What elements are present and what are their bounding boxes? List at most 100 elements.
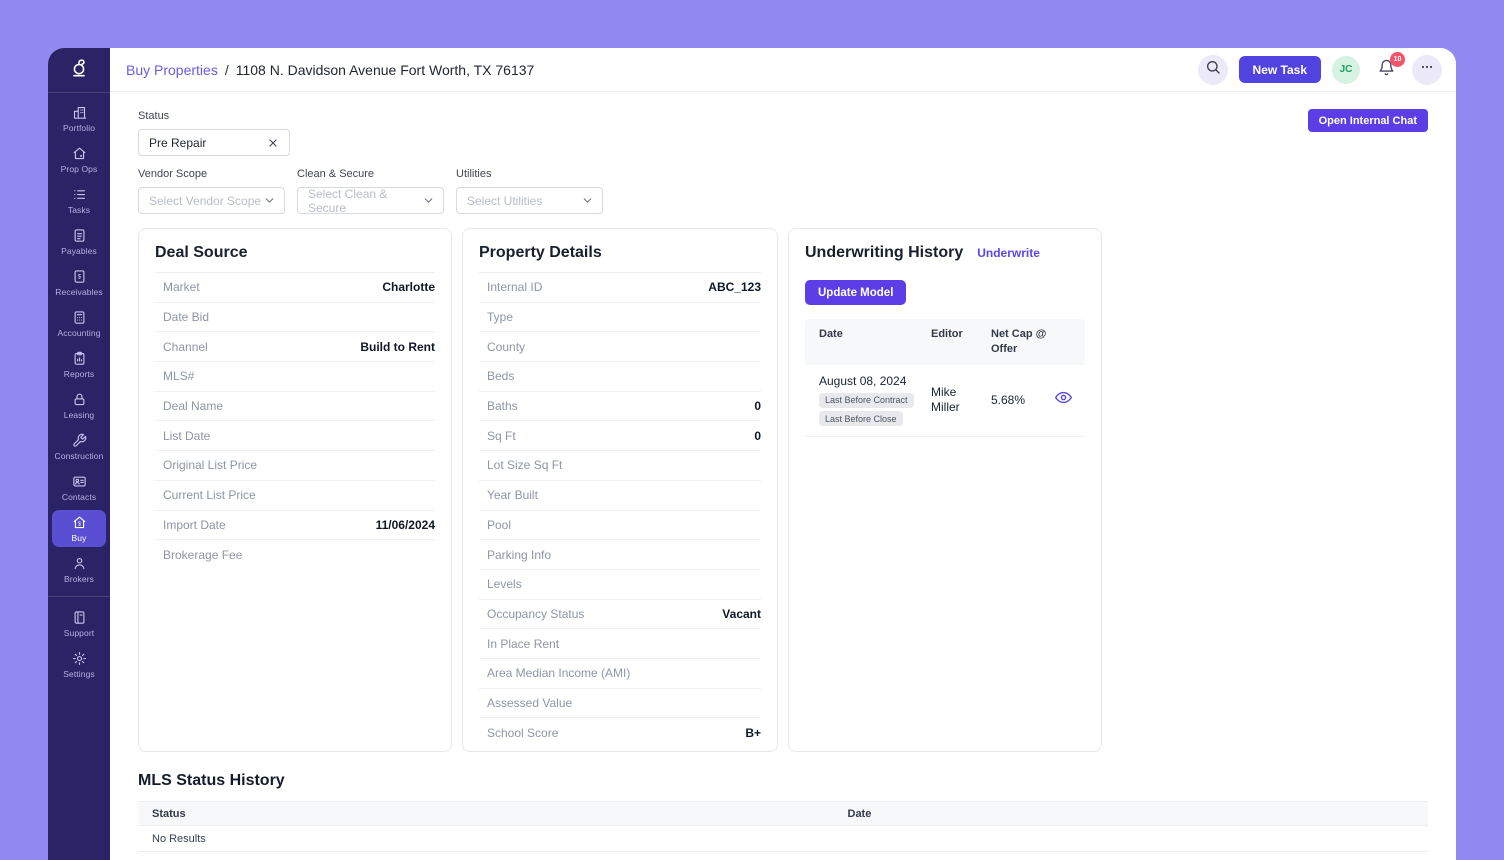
tag-last-before-close: Last Before Close — [819, 411, 903, 426]
breadcrumb-current-page: 1108 N. Davidson Avenue Fort Worth, TX 7… — [236, 62, 535, 78]
sidebar-item-label: Reports — [64, 369, 94, 379]
svg-text:$: $ — [78, 522, 81, 528]
sidebar-item-receivables[interactable]: $ Receivables — [52, 264, 106, 301]
sidebar-item-construction[interactable]: Construction — [52, 428, 106, 465]
contacts-icon — [72, 474, 87, 489]
open-internal-chat-button[interactable]: Open Internal Chat — [1308, 109, 1428, 132]
field-row-deal-name: Deal Name — [155, 392, 435, 422]
underwriting-table: Date Editor Net Cap @ Offer August 08, 2… — [805, 319, 1085, 437]
status-filter-chip[interactable]: Pre Repair — [138, 129, 290, 156]
vendor-scope-label: Vendor Scope — [138, 168, 285, 180]
sidebar-item-buy[interactable]: $ Buy — [52, 510, 106, 547]
underwriting-header: Underwriting History Underwrite — [805, 244, 1085, 272]
more-menu-button[interactable] — [1412, 55, 1442, 85]
status-filter: Status Pre Repair — [138, 110, 1428, 156]
sidebar-item-reports[interactable]: Reports — [52, 346, 106, 383]
underwriting-title: Underwriting History — [805, 244, 963, 262]
sidebar-item-label: Accounting — [57, 328, 100, 338]
sidebar-item-label: Contacts — [62, 492, 96, 502]
notifications-button[interactable]: 10 — [1371, 55, 1401, 85]
sidebar-item-label: Prop Ops — [61, 164, 98, 174]
clean-secure-select[interactable]: Select Clean & Secure — [297, 187, 444, 214]
sidebar-item-label: Payables — [61, 246, 97, 256]
sidebar-item-portfolio[interactable]: Portfolio — [52, 100, 106, 137]
buy-icon: $ — [72, 515, 87, 530]
field-label: Type — [487, 310, 513, 324]
field-row-lot-size: Lot Size Sq Ft — [479, 451, 761, 481]
new-task-button[interactable]: New Task — [1239, 56, 1321, 83]
chevron-down-icon — [263, 194, 276, 207]
column-header-date: Date — [848, 808, 1429, 820]
sidebar-item-prop-ops[interactable]: Prop Ops — [52, 141, 106, 178]
sidebar: Portfolio Prop Ops Tasks Payables $ Rece… — [48, 48, 110, 860]
field-label: Parking Info — [487, 548, 551, 562]
leasing-icon — [72, 392, 87, 407]
underwrite-link[interactable]: Underwrite — [977, 246, 1040, 260]
brokers-icon — [72, 556, 87, 571]
field-label: Deal Name — [163, 399, 223, 413]
accounting-icon — [72, 310, 87, 325]
swan-logo-icon — [68, 57, 90, 84]
field-row-sq-ft: Sq Ft0 — [479, 421, 761, 451]
field-value: Charlotte — [382, 280, 435, 294]
sidebar-item-label: Brokers — [64, 574, 94, 584]
sidebar-item-brokers[interactable]: Brokers — [52, 551, 106, 588]
field-row-channel: ChannelBuild to Rent — [155, 332, 435, 362]
field-value: 11/06/2024 — [376, 518, 435, 532]
field-value: Vacant — [722, 607, 761, 621]
property-details-title: Property Details — [479, 244, 602, 262]
support-icon — [72, 610, 87, 625]
vendor-scope-select[interactable]: Select Vendor Scope — [138, 187, 285, 214]
field-label: Internal ID — [487, 280, 542, 294]
sidebar-item-support[interactable]: Support — [52, 605, 106, 642]
field-row-levels: Levels — [479, 570, 761, 600]
app-window: Portfolio Prop Ops Tasks Payables $ Rece… — [48, 48, 1456, 860]
field-label: List Date — [163, 429, 210, 443]
avatar[interactable]: JC — [1332, 56, 1360, 84]
clear-status-button[interactable] — [267, 137, 279, 149]
field-label: Levels — [487, 577, 522, 591]
breadcrumb-separator: / — [225, 62, 229, 78]
field-label: Year Built — [487, 488, 538, 502]
field-label: Assessed Value — [487, 696, 572, 710]
sidebar-item-tasks[interactable]: Tasks — [52, 182, 106, 219]
utilities-filter: Utilities Select Utilities — [456, 168, 603, 214]
field-value: ABC_123 — [708, 280, 761, 294]
view-model-button[interactable] — [1055, 389, 1083, 411]
field-row-original-list-price: Original List Price — [155, 451, 435, 481]
breadcrumb-section-link[interactable]: Buy Properties — [126, 62, 218, 78]
tasks-icon — [72, 187, 87, 202]
app-logo[interactable] — [48, 48, 110, 93]
sidebar-item-label: Portfolio — [63, 123, 95, 133]
field-value: Build to Rent — [360, 340, 435, 354]
sidebar-item-label: Support — [64, 628, 94, 638]
cards-row: Deal Source MarketCharlotte Date Bid Cha… — [138, 228, 1428, 752]
sidebar-item-label: Receivables — [55, 287, 102, 297]
utilities-select[interactable]: Select Utilities — [456, 187, 603, 214]
field-value: B+ — [745, 726, 761, 740]
search-button[interactable] — [1198, 55, 1228, 85]
mls-status-history-title: MLS Status History — [138, 772, 1428, 790]
sidebar-item-label: Leasing — [64, 410, 94, 420]
field-label: Beds — [487, 369, 514, 383]
deal-source-card: Deal Source MarketCharlotte Date Bid Cha… — [138, 228, 452, 752]
sidebar-item-accounting[interactable]: Accounting — [52, 305, 106, 342]
sidebar-item-contacts[interactable]: Contacts — [52, 469, 106, 506]
field-row-date-bid: Date Bid — [155, 303, 435, 333]
field-label: Occupancy Status — [487, 607, 584, 621]
column-header-status: Status — [138, 808, 848, 820]
main-area: Buy Properties / 1108 N. Davidson Avenue… — [110, 48, 1456, 860]
update-model-button[interactable]: Update Model — [805, 280, 906, 305]
deal-source-header: Deal Source — [155, 244, 435, 273]
page-content: Open Internal Chat Status Pre Repair Ven… — [110, 92, 1456, 860]
clean-secure-placeholder: Select Clean & Secure — [308, 187, 422, 215]
field-row-county: County — [479, 332, 761, 362]
sidebar-item-settings[interactable]: Settings — [52, 646, 106, 683]
field-row-year-built: Year Built — [479, 481, 761, 511]
underwriting-editor: Mike Miller — [931, 385, 991, 416]
ellipsis-icon — [1419, 59, 1435, 80]
sidebar-item-leasing[interactable]: Leasing — [52, 387, 106, 424]
mls-empty-row: No Results — [138, 826, 1428, 852]
sidebar-item-payables[interactable]: Payables — [52, 223, 106, 260]
tag-last-before-contract: Last Before Contract — [819, 393, 914, 408]
